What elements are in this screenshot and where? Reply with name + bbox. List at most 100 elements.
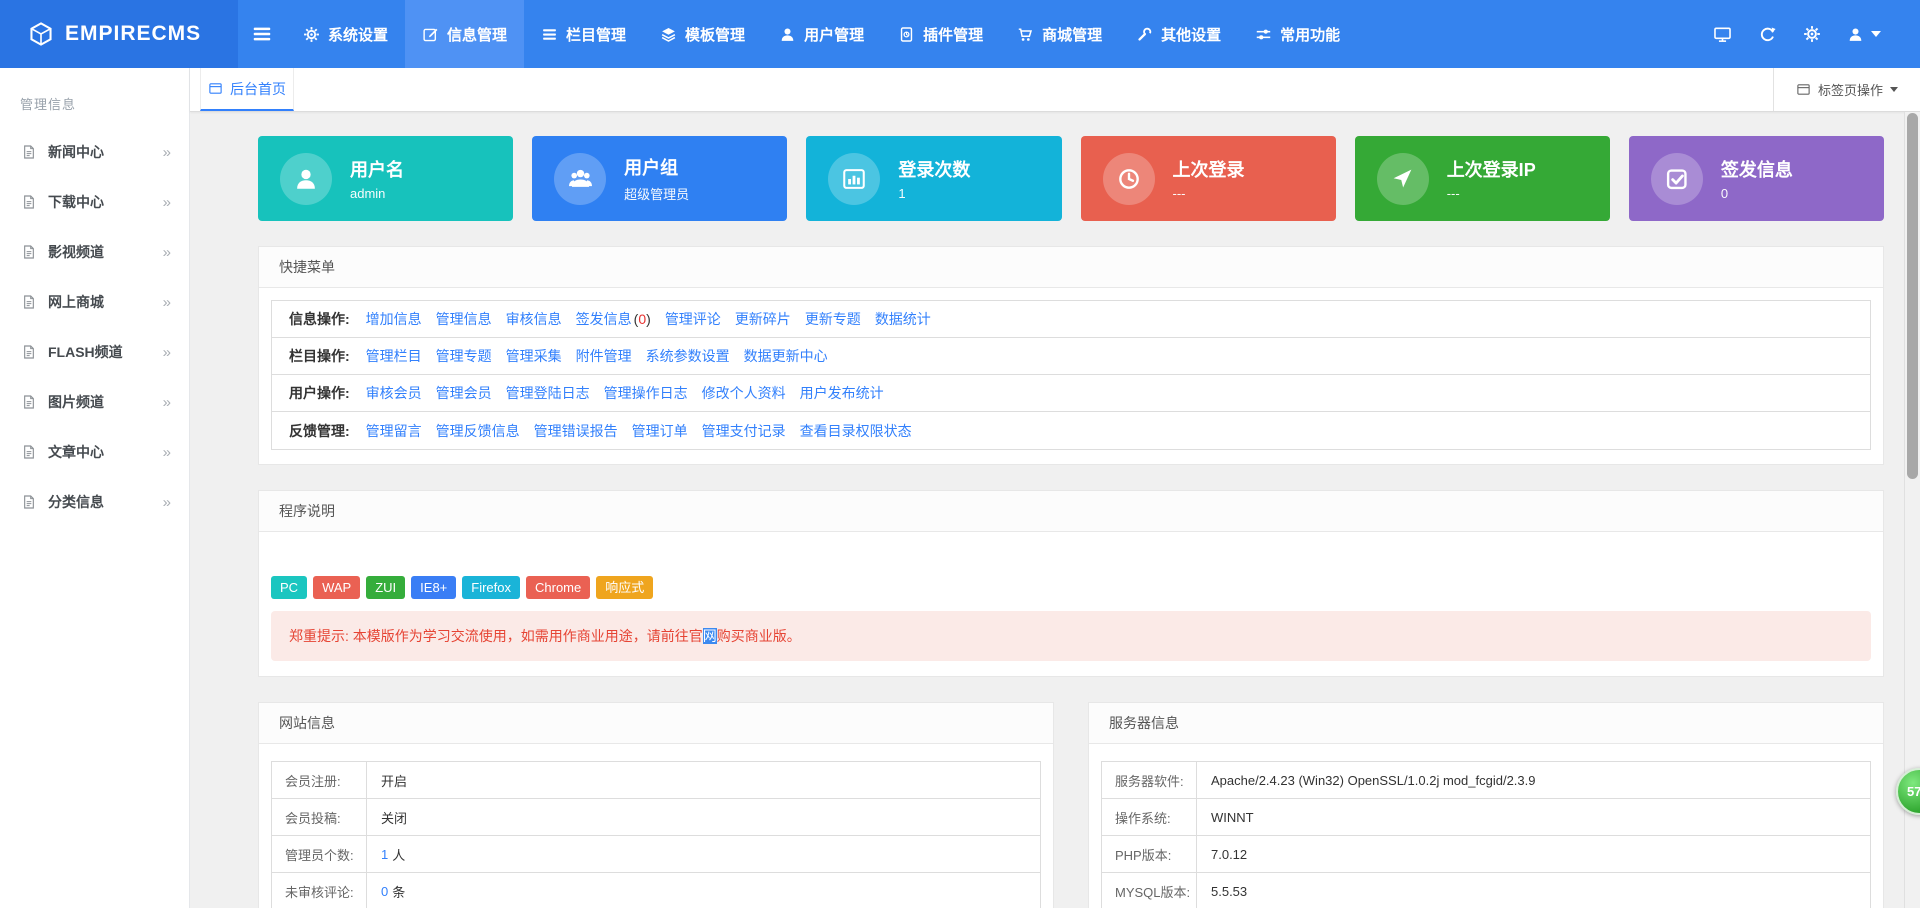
document-icon <box>21 344 37 360</box>
nav-item-common-functions[interactable]: 常用功能 <box>1238 0 1357 68</box>
stat-card-issued-info[interactable]: 签发信息 0 <box>1629 136 1884 221</box>
table-row-admin-count: 管理员个数: 1人 <box>272 836 1040 873</box>
table-row-server-software: 服务器软件: Apache/2.4.23 (Win32) OpenSSL/1.0… <box>1102 762 1870 799</box>
nav-item-user-management[interactable]: 用户管理 <box>762 0 881 68</box>
link-attachment-management[interactable]: 附件管理 <box>576 346 632 366</box>
tab-bar: 后台首页 标签页操作 <box>190 68 1920 112</box>
stat-cards-row: 用户名 admin 用户组 超级管理员 登录次数 1 <box>258 136 1884 221</box>
quick-menu-row-feedback: 反馈管理: 管理留言 管理反馈信息 管理错误报告 管理订单 管理支付记录 查看目… <box>272 412 1870 449</box>
link-manage-collection[interactable]: 管理采集 <box>506 346 562 366</box>
link-edit-profile[interactable]: 修改个人资料 <box>702 383 786 403</box>
badge-wap: WAP <box>313 576 360 599</box>
link-manage-messages[interactable]: 管理留言 <box>366 421 422 441</box>
logo-text: EMPIRECMS <box>65 22 201 46</box>
nav-item-info-management[interactable]: 信息管理 <box>405 0 524 68</box>
users-icon <box>554 153 606 205</box>
sidebar-item-classified-info[interactable]: 分类信息 » <box>0 477 189 527</box>
link-review-members[interactable]: 审核会员 <box>366 383 422 403</box>
link-add-info[interactable]: 增加信息 <box>366 309 422 329</box>
link-error-reports[interactable]: 管理错误报告 <box>534 421 618 441</box>
sidebar-item-article-center[interactable]: 文章中心 » <box>0 427 189 477</box>
stat-card-last-login[interactable]: 上次登录 --- <box>1081 136 1336 221</box>
chevron-double-right-icon: » <box>163 194 171 211</box>
gear-icon[interactable] <box>1790 25 1834 43</box>
link-login-logs[interactable]: 管理登陆日志 <box>506 383 590 403</box>
sidebar-item-news-center[interactable]: 新闻中心 » <box>0 127 189 177</box>
badge-responsive: 响应式 <box>596 576 653 599</box>
nav-item-other-settings[interactable]: 其他设置 <box>1119 0 1238 68</box>
stat-card-usergroup[interactable]: 用户组 超级管理员 <box>532 136 787 221</box>
caret-down-icon <box>1890 87 1898 92</box>
badge-ie8: IE8+ <box>411 576 456 599</box>
refresh-icon[interactable] <box>1745 25 1790 44</box>
app-logo[interactable]: EMPIRECMS <box>0 0 238 68</box>
nav-item-column-management[interactable]: 栏目管理 <box>524 0 643 68</box>
link-system-params[interactable]: 系统参数设置 <box>646 346 730 366</box>
sidebar-item-flash-channel[interactable]: FLASH频道 » <box>0 327 189 377</box>
monitor-icon[interactable] <box>1700 25 1745 44</box>
link-manage-columns[interactable]: 管理栏目 <box>366 346 422 366</box>
stat-card-last-login-ip[interactable]: 上次登录IP --- <box>1355 136 1610 221</box>
quick-menu-table: 信息操作: 增加信息 管理信息 审核信息 签发信息 (0) 管理评论 更新碎片 … <box>271 300 1871 450</box>
document-icon <box>21 194 37 210</box>
issue-info-count: (0) <box>634 311 651 327</box>
link-manage-topics[interactable]: 管理专题 <box>436 346 492 366</box>
tab-dashboard-home[interactable]: 后台首页 <box>200 68 294 111</box>
license-warning-alert: 郑重提示: 本模版作为学习交流使用，如需用作商业用途，请前往官网购买商业版。 <box>271 611 1871 661</box>
link-operation-logs[interactable]: 管理操作日志 <box>604 383 688 403</box>
link-update-fragments[interactable]: 更新碎片 <box>735 309 791 329</box>
quick-menu-row-info: 信息操作: 增加信息 管理信息 审核信息 签发信息 (0) 管理评论 更新碎片 … <box>272 301 1870 338</box>
sidebar-item-video-channel[interactable]: 影视频道 » <box>0 227 189 277</box>
admin-count-link[interactable]: 1 <box>381 847 388 862</box>
document-icon <box>21 494 37 510</box>
table-row-member-submission: 会员投稿: 关闭 <box>272 799 1040 836</box>
link-manage-info[interactable]: 管理信息 <box>436 309 492 329</box>
top-navbar: EMPIRECMS 系统设置 信息管理 栏目管理 模板管理 用户管理 <box>0 0 1920 68</box>
link-update-topics[interactable]: 更新专题 <box>805 309 861 329</box>
link-payment-records[interactable]: 管理支付记录 <box>702 421 786 441</box>
pending-comments-link[interactable]: 0 <box>381 884 388 899</box>
user-menu[interactable] <box>1834 26 1894 43</box>
sidebar-item-online-mall[interactable]: 网上商城 » <box>0 277 189 327</box>
sidebar-item-download-center[interactable]: 下载中心 » <box>0 177 189 227</box>
chevron-double-right-icon: » <box>163 144 171 161</box>
link-data-statistics[interactable]: 数据统计 <box>875 309 931 329</box>
nav-item-plugin-management[interactable]: 插件管理 <box>881 0 1000 68</box>
badge-pc: PC <box>271 576 307 599</box>
stat-card-login-count[interactable]: 登录次数 1 <box>806 136 1061 221</box>
scrollbar-thumb[interactable] <box>1907 113 1918 479</box>
caret-down-icon <box>1871 31 1881 37</box>
nav-item-template-management[interactable]: 模板管理 <box>643 0 762 68</box>
table-row-mysql-version: MYSQL版本: 5.5.53 <box>1102 873 1870 908</box>
panel-title: 网站信息 <box>259 703 1053 744</box>
link-manage-members[interactable]: 管理会员 <box>436 383 492 403</box>
tab-actions-button[interactable]: 标签页操作 <box>1773 68 1920 111</box>
link-issue-info[interactable]: 签发信息 <box>576 309 632 329</box>
link-manage-orders[interactable]: 管理订单 <box>632 421 688 441</box>
user-icon <box>779 26 796 43</box>
link-manage-feedback[interactable]: 管理反馈信息 <box>436 421 520 441</box>
sidebar: 管理信息 新闻中心 » 下载中心 » 影视频道 » 网上商城 » FLASH频道… <box>0 68 190 908</box>
stat-card-username[interactable]: 用户名 admin <box>258 136 513 221</box>
link-review-info[interactable]: 审核信息 <box>506 309 562 329</box>
hamburger-menu-icon[interactable] <box>238 0 286 68</box>
list-icon <box>541 26 558 43</box>
window-icon <box>208 81 223 96</box>
navbar-right-icons <box>1700 0 1920 68</box>
link-directory-permissions[interactable]: 查看目录权限状态 <box>800 421 912 441</box>
wrench-icon <box>1136 26 1153 43</box>
nav-item-mall-management[interactable]: 商城管理 <box>1000 0 1119 68</box>
link-data-update-center[interactable]: 数据更新中心 <box>744 346 828 366</box>
official-site-link[interactable]: 网 <box>703 628 717 644</box>
site-info-table: 会员注册: 开启 会员投稿: 关闭 管理员个数: 1人 未审核评论: 0条 <box>271 761 1041 908</box>
cart-icon <box>1017 26 1034 43</box>
nav-item-system-settings[interactable]: 系统设置 <box>286 0 405 68</box>
check-square-icon <box>1651 153 1703 205</box>
link-manage-comments[interactable]: 管理评论 <box>665 309 721 329</box>
link-user-publish-stats[interactable]: 用户发布统计 <box>800 383 884 403</box>
main-content: 用户名 admin 用户组 超级管理员 登录次数 1 <box>190 112 1904 908</box>
navbar-menu: 系统设置 信息管理 栏目管理 模板管理 用户管理 插件管理 <box>286 0 1357 68</box>
panel-title: 服务器信息 <box>1089 703 1883 744</box>
chevron-double-right-icon: » <box>163 444 171 461</box>
sidebar-item-image-channel[interactable]: 图片频道 » <box>0 377 189 427</box>
